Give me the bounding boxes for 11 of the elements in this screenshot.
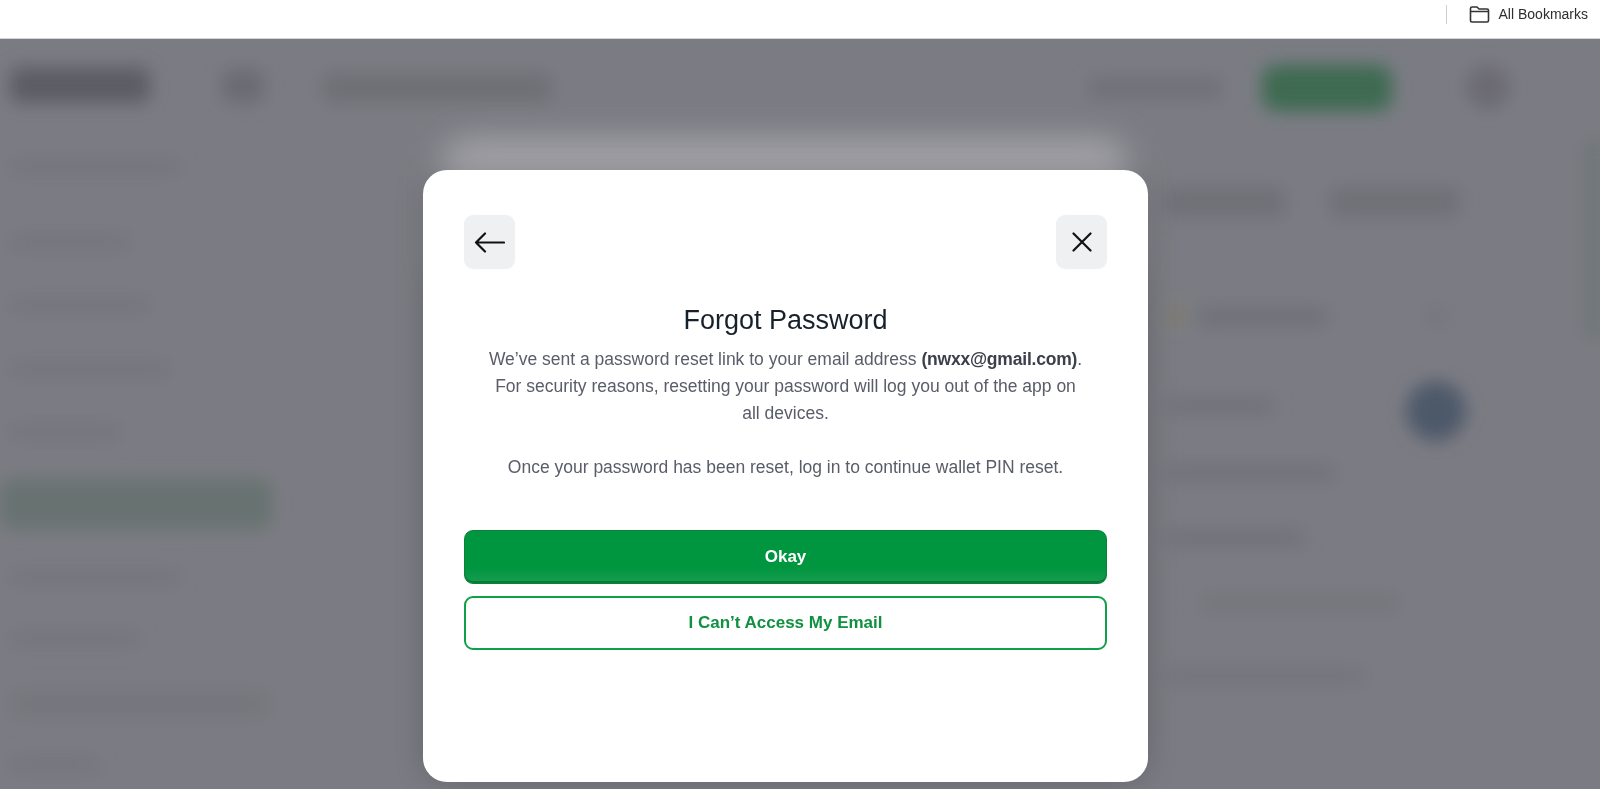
close-icon xyxy=(1071,232,1092,252)
dialog-message: We’ve sent a password reset link to your email address (nwxx@gmail.com). For security reasons, resetting your password will log you out of the app on all devices. xyxy=(487,348,1084,425)
dialog-title: Forgot Password xyxy=(682,304,889,337)
back-button[interactable] xyxy=(464,215,515,269)
back-arrow-icon xyxy=(474,231,505,253)
email-help-button[interactable]: I Can’t Access My Email xyxy=(464,596,1107,650)
close-button[interactable] xyxy=(1056,215,1107,269)
okay-button[interactable]: Okay xyxy=(464,530,1107,584)
bookmarks-link[interactable]: All Bookmarks xyxy=(1498,6,1588,22)
dialog-message: Once your password has been reset, log in to continue wallet PIN reset. xyxy=(506,456,1065,479)
folder-icon xyxy=(1468,5,1490,23)
